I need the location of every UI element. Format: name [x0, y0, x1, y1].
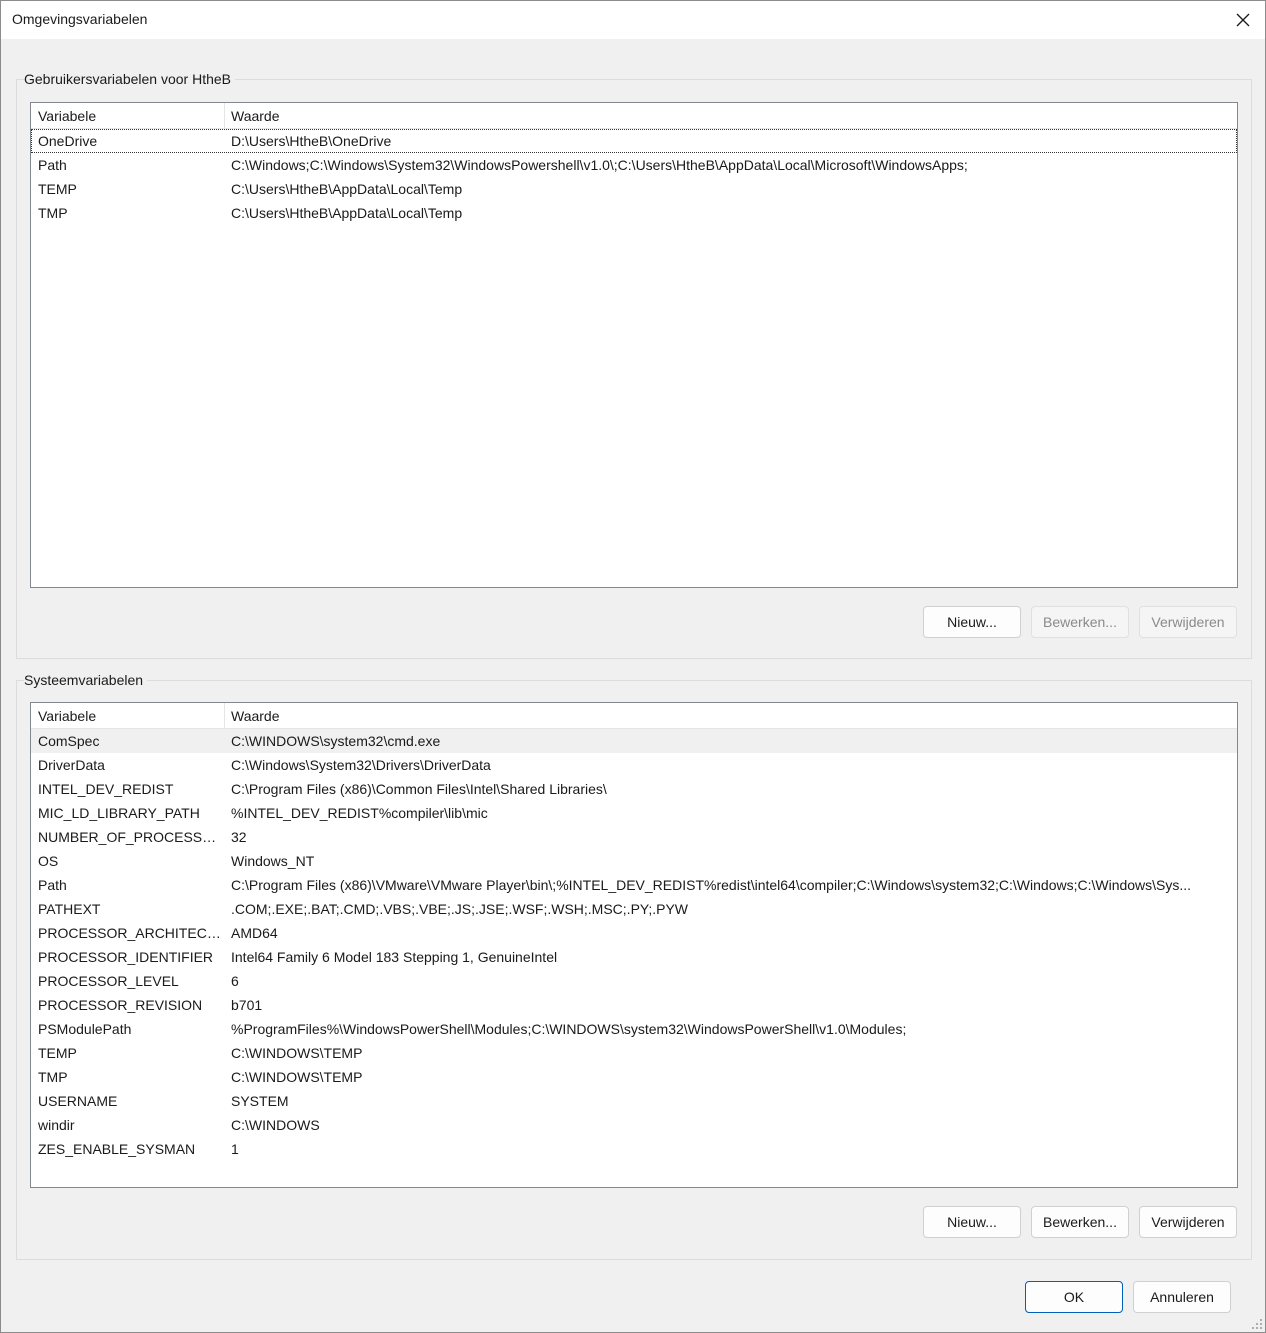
table-row[interactable]: USERNAME SYSTEM	[31, 1089, 1237, 1113]
variable-name-cell: windir	[38, 1117, 75, 1133]
variable-value-cell: SYSTEM	[231, 1093, 289, 1109]
table-row[interactable]: OS Windows_NT	[31, 849, 1237, 873]
variable-value-cell: C:\Program Files (x86)\VMware\VMware Pla…	[231, 877, 1192, 893]
table-row[interactable]: PROCESSOR_LEVEL 6	[31, 969, 1237, 993]
variable-name-cell: INTEL_DEV_REDIST	[38, 781, 174, 797]
cancel-button[interactable]: Annuleren	[1133, 1281, 1231, 1313]
user-variables-list[interactable]: Variabele Waarde OneDrive D:\Users\HtheB\…	[30, 102, 1238, 588]
window-title: Omgevingsvariabelen	[12, 11, 148, 27]
table-row[interactable]: INTEL_DEV_REDIST C:\Program Files (x86)\C…	[31, 777, 1237, 801]
system-rows-container: ComSpec C:\WINDOWS\system32\cmd.exe Driver…	[31, 729, 1237, 1161]
variable-value-cell: AMD64	[231, 925, 278, 941]
user-rows-container: OneDrive D:\Users\HtheB\OneDrive Path C:\Wi…	[31, 129, 1237, 225]
variable-name-cell: Path	[38, 157, 67, 173]
variable-name-cell: PROCESSOR_REVISION	[38, 997, 203, 1013]
variable-value-cell: b701	[231, 997, 263, 1013]
variable-name-cell: PROCESSOR_ARCHITECTU...	[38, 925, 223, 941]
variable-name-cell: MIC_LD_LIBRARY_PATH	[38, 805, 200, 821]
user-edit-button[interactable]: Bewerken...	[1031, 606, 1129, 638]
variable-value-cell: C:\Windows\System32\Drivers\DriverData	[231, 757, 491, 773]
ok-button[interactable]: OK	[1025, 1281, 1123, 1313]
system-variables-label: Systeemvariabelen	[24, 672, 148, 688]
table-row[interactable]: MIC_LD_LIBRARY_PATH %INTEL_DEV_REDIST%com…	[31, 801, 1237, 825]
variable-name-cell: PATHEXT	[38, 901, 101, 917]
variable-name-cell: TEMP	[38, 181, 77, 197]
variable-name-cell: USERNAME	[38, 1093, 118, 1109]
user-new-button[interactable]: Nieuw...	[923, 606, 1021, 638]
variable-value-cell: Intel64 Family 6 Model 183 Stepping 1, G…	[231, 949, 558, 965]
column-header-variable[interactable]: Variabele	[31, 703, 224, 729]
variable-value-cell: C:\WINDOWS\TEMP	[231, 1069, 363, 1085]
variable-value-cell: C:\Users\HtheB\AppData\Local\Temp	[231, 205, 463, 221]
variable-value-cell: C:\WINDOWS	[231, 1117, 320, 1133]
system-delete-button[interactable]: Verwijderen	[1139, 1206, 1237, 1238]
close-icon	[1236, 13, 1250, 27]
table-row[interactable]: PROCESSOR_REVISION b701	[31, 993, 1237, 1017]
table-row[interactable]: NUMBER_OF_PROCESSORS 32	[31, 825, 1237, 849]
table-row[interactable]: DriverData C:\Windows\System32\Drivers\Dr…	[31, 753, 1237, 777]
user-variables-label: Gebruikersvariabelen voor HtheB	[24, 71, 235, 87]
table-row[interactable]: PATHEXT .COM;.EXE;.BAT;.CMD;.VBS;.VBE;.JS…	[31, 897, 1237, 921]
variable-name-cell: TMP	[38, 1069, 68, 1085]
column-header-variable[interactable]: Variabele	[31, 103, 224, 129]
table-row[interactable]: OneDrive D:\Users\HtheB\OneDrive	[31, 129, 1237, 153]
variable-value-cell: 1	[231, 1141, 239, 1157]
variable-value-cell: 6	[231, 973, 239, 989]
table-row[interactable]: ZES_ENABLE_SYSMAN 1	[31, 1137, 1237, 1161]
table-row[interactable]: TEMP C:\Users\HtheB\AppData\Local\Temp	[31, 177, 1237, 201]
variable-value-cell: C:\WINDOWS\system32\cmd.exe	[231, 733, 441, 749]
table-row[interactable]: TEMP C:\WINDOWS\TEMP	[31, 1041, 1237, 1065]
system-edit-button[interactable]: Bewerken...	[1031, 1206, 1129, 1238]
variable-value-cell: C:\Windows;C:\Windows\System32\WindowsPo…	[231, 157, 968, 173]
list-header: Variabele Waarde	[31, 103, 1237, 129]
variable-name-cell: ZES_ENABLE_SYSMAN	[38, 1141, 196, 1157]
system-new-button[interactable]: Nieuw...	[923, 1206, 1021, 1238]
list-header: Variabele Waarde	[31, 703, 1237, 729]
variable-name-cell: OneDrive	[38, 133, 98, 149]
variable-name-cell: TMP	[38, 205, 68, 221]
table-row[interactable]: windir C:\WINDOWS	[31, 1113, 1237, 1137]
variable-name-cell: Path	[38, 877, 67, 893]
table-row[interactable]: Path C:\Program Files (x86)\VMware\VMware…	[31, 873, 1237, 897]
user-delete-button[interactable]: Verwijderen	[1139, 606, 1237, 638]
variable-value-cell: %INTEL_DEV_REDIST%compiler\lib\mic	[231, 805, 488, 821]
variable-value-cell: C:\Users\HtheB\AppData\Local\Temp	[231, 181, 463, 197]
variable-value-cell: C:\Program Files (x86)\Common Files\Inte…	[231, 781, 607, 797]
variable-value-cell: %ProgramFiles%\WindowsPowerShell\Modules…	[231, 1021, 907, 1037]
table-row[interactable]: Path C:\Windows;C:\Windows\System32\Windo…	[31, 153, 1237, 177]
variable-name-cell: DriverData	[38, 757, 105, 773]
table-row[interactable]: TMP C:\WINDOWS\TEMP	[31, 1065, 1237, 1089]
variable-name-cell: PROCESSOR_LEVEL	[38, 973, 179, 989]
variable-name-cell: PSModulePath	[38, 1021, 132, 1037]
table-row[interactable]: ComSpec C:\WINDOWS\system32\cmd.exe	[31, 729, 1237, 753]
resize-grip-icon[interactable]	[1251, 1318, 1263, 1330]
environment-variables-dialog: Omgevingsvariabelen Gebruikersvariabelen…	[0, 0, 1266, 1333]
variable-name-cell: NUMBER_OF_PROCESSORS	[38, 829, 223, 845]
variable-value-cell: D:\Users\HtheB\OneDrive	[231, 133, 392, 149]
variable-value-cell: .COM;.EXE;.BAT;.CMD;.VBS;.VBE;.JS;.JSE;.…	[231, 901, 689, 917]
close-button[interactable]	[1221, 1, 1265, 39]
variable-name-cell: OS	[38, 853, 59, 869]
title-bar: Omgevingsvariabelen	[1, 1, 1265, 39]
system-variables-list[interactable]: Variabele Waarde ComSpec C:\WINDOWS\syste…	[30, 702, 1238, 1188]
variable-value-cell: C:\WINDOWS\TEMP	[231, 1045, 363, 1061]
variable-name-cell: TEMP	[38, 1045, 77, 1061]
table-row[interactable]: TMP C:\Users\HtheB\AppData\Local\Temp	[31, 201, 1237, 225]
column-header-value[interactable]: Waarde	[224, 703, 1224, 729]
variable-value-cell: 32	[231, 829, 247, 845]
variable-name-cell: ComSpec	[38, 733, 100, 749]
table-row[interactable]: PSModulePath %ProgramFiles%\WindowsPowerS…	[31, 1017, 1237, 1041]
column-header-value[interactable]: Waarde	[224, 103, 1224, 129]
variable-name-cell: PROCESSOR_IDENTIFIER	[38, 949, 214, 965]
table-row[interactable]: PROCESSOR_ARCHITECTU... AMD64	[31, 921, 1237, 945]
table-row[interactable]: PROCESSOR_IDENTIFIER Intel64 Family 6 Mod…	[31, 945, 1237, 969]
variable-value-cell: Windows_NT	[231, 853, 315, 869]
